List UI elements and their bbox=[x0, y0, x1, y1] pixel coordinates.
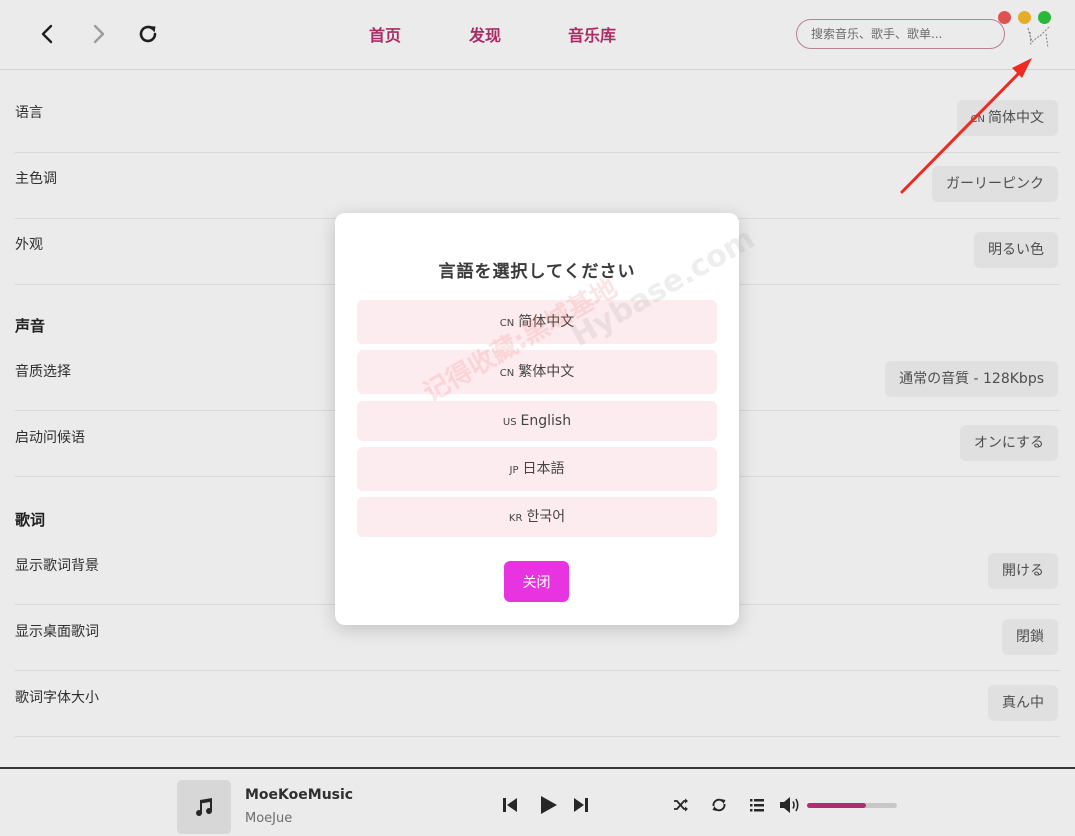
language-option-zh-hant[interactable]: CN 繁体中文 bbox=[357, 350, 717, 394]
language-code: CN bbox=[499, 368, 515, 379]
language-code: KR bbox=[508, 513, 523, 524]
language-option-en[interactable]: US English bbox=[357, 401, 717, 441]
language-modal: 言語を選択してください CN 简体中文 CN 繁体中文 US English JP 日本… bbox=[335, 213, 739, 625]
language-label: 日本語 bbox=[522, 461, 565, 477]
close-button[interactable]: 关闭 bbox=[504, 561, 569, 602]
language-label: English bbox=[520, 413, 572, 429]
language-code: CN bbox=[499, 318, 515, 329]
language-label: 繁体中文 bbox=[518, 364, 575, 380]
language-code: JP bbox=[509, 465, 519, 476]
language-option-ja[interactable]: JP 日本語 bbox=[357, 447, 717, 491]
language-label: 한국어 bbox=[526, 509, 566, 525]
language-option-zh-hans[interactable]: CN 简体中文 bbox=[357, 300, 717, 344]
language-code: US bbox=[502, 417, 517, 428]
language-option-ko[interactable]: KR 한국어 bbox=[357, 497, 717, 537]
modal-title: 言語を選択してください bbox=[438, 262, 636, 282]
language-label: 简体中文 bbox=[518, 314, 575, 330]
